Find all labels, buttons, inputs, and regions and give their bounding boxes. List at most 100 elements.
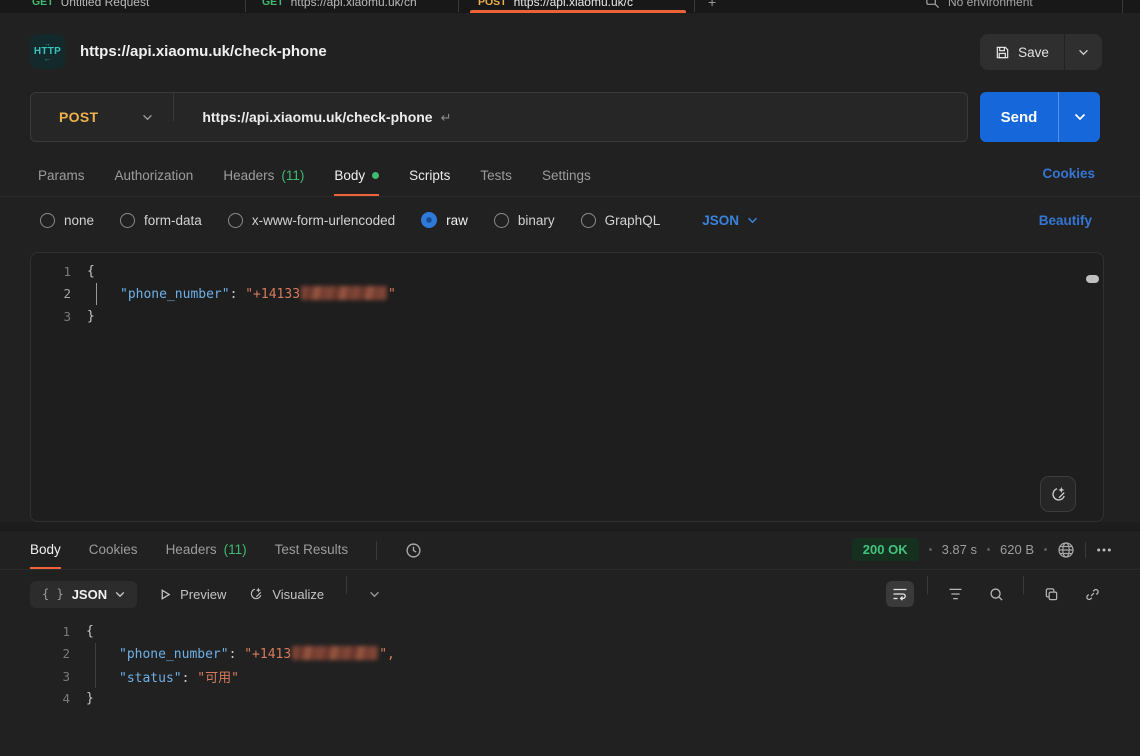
- new-tab-button[interactable]: +: [708, 0, 716, 10]
- share-link-button[interactable]: [1078, 581, 1106, 607]
- search-button[interactable]: [982, 581, 1010, 607]
- save-button[interactable]: Save: [980, 34, 1064, 70]
- network-info-button[interactable]: [1057, 541, 1075, 559]
- radio-none[interactable]: none: [40, 213, 94, 228]
- response-size[interactable]: 620 B: [1000, 542, 1034, 557]
- save-options-button[interactable]: [1064, 34, 1102, 70]
- line-number: 3: [31, 309, 87, 324]
- environment-selector[interactable]: No environment: [925, 0, 1033, 9]
- filter-button[interactable]: [941, 581, 969, 607]
- collapse-chevron-icon[interactable]: [369, 591, 380, 598]
- request-body-editor[interactable]: 1{ 2"phone_number": "+14133" 3}: [30, 252, 1104, 522]
- redacted-phone-digits: [301, 286, 387, 300]
- preview-button[interactable]: Preview: [159, 587, 226, 602]
- json-key: "phone_number": [119, 647, 229, 662]
- play-icon: [159, 588, 172, 601]
- json-key: "status": [119, 671, 182, 686]
- tab-divider: [694, 0, 695, 12]
- tab-response-cookies[interactable]: Cookies: [89, 532, 138, 569]
- link-icon: [1085, 587, 1100, 602]
- search-icon: [989, 587, 1004, 602]
- tab-response-body[interactable]: Body: [30, 532, 61, 569]
- body-type-bar: none form-data x-www-form-urlencoded raw…: [0, 203, 1140, 237]
- json-key: "phone_number": [120, 287, 230, 302]
- save-split-button: Save: [980, 34, 1102, 70]
- tab-scripts[interactable]: Scripts: [409, 156, 450, 196]
- editor-scrollbar-thumb[interactable]: [1086, 275, 1099, 283]
- wrap-text-button[interactable]: [886, 581, 914, 607]
- radio-graphql[interactable]: GraphQL: [581, 213, 661, 228]
- tab-headers[interactable]: Headers(11): [223, 156, 304, 196]
- radio-form-data[interactable]: form-data: [120, 213, 202, 228]
- workspace-tab-get[interactable]: GET https://api.xiaomu.uk/ch: [262, 0, 452, 9]
- send-options-button[interactable]: [1058, 92, 1100, 142]
- radio-circle: [40, 213, 55, 228]
- meta-divider: [1085, 542, 1086, 558]
- redacted-phone-digits: [292, 646, 378, 660]
- response-body-viewer[interactable]: 1{ 2"phone_number": "+1413", 3"status": …: [30, 616, 1104, 756]
- sparkle-circle-icon: [1049, 485, 1068, 504]
- visualize-button[interactable]: Visualize: [248, 586, 324, 602]
- tab-authorization[interactable]: Authorization: [115, 156, 194, 196]
- raw-format-dropdown[interactable]: JSON: [702, 213, 758, 228]
- tab-title: Untitled Request: [61, 0, 150, 9]
- response-meta: 200 OK 3.87 s 620 B: [852, 538, 1112, 561]
- url-value: https://api.xiaomu.uk/check-phone: [202, 109, 432, 125]
- line-number: 2: [30, 646, 86, 661]
- url-row: POST https://api.xiaomu.uk/check-phone↵ …: [0, 92, 1140, 142]
- radio-binary[interactable]: binary: [494, 213, 555, 228]
- radio-circle-selected: [421, 212, 437, 228]
- sparkle-circle-icon: [248, 586, 264, 602]
- copy-button[interactable]: [1037, 581, 1065, 607]
- line-number: 3: [30, 669, 86, 684]
- url-input-container: POST https://api.xiaomu.uk/check-phone↵: [30, 92, 968, 142]
- pane-resize-handle[interactable]: [0, 522, 1140, 531]
- postbot-ai-button[interactable]: [1040, 476, 1076, 512]
- workspace-tab-active[interactable]: POST https://api.xiaomu.uk/c: [478, 0, 688, 9]
- tab-settings[interactable]: Settings: [542, 156, 591, 196]
- chevron-down-icon: [142, 114, 153, 121]
- tab-divider: [458, 0, 459, 12]
- line-number: 4: [30, 691, 86, 706]
- url-input[interactable]: https://api.xiaomu.uk/check-phone↵: [174, 109, 451, 126]
- send-button[interactable]: Send: [980, 92, 1058, 142]
- line-number: 1: [30, 624, 86, 639]
- response-history-button[interactable]: [405, 532, 422, 569]
- tab-params[interactable]: Params: [38, 156, 85, 196]
- json-value-prefix: "+1413: [244, 647, 291, 662]
- tab-body[interactable]: Body: [334, 156, 379, 196]
- chevron-down-icon: [747, 217, 758, 224]
- protocol-label: HTTP: [34, 47, 61, 57]
- tab-tests[interactable]: Tests: [480, 156, 512, 196]
- chevron-down-icon: [115, 591, 125, 598]
- method-value: POST: [59, 109, 98, 125]
- tab-test-results[interactable]: Test Results: [275, 532, 349, 569]
- filter-icon: [948, 588, 963, 600]
- radio-raw[interactable]: raw: [421, 212, 468, 228]
- method-badge: GET: [32, 0, 54, 8]
- response-format-dropdown[interactable]: { } JSON: [30, 581, 137, 608]
- beautify-link[interactable]: Beautify: [1039, 213, 1092, 228]
- workspace-tab-bar: GET Untitled Request GET https://api.xia…: [0, 0, 1140, 13]
- response-more-options-button[interactable]: [1096, 547, 1112, 553]
- separator-dot: [987, 548, 990, 551]
- toolbar-divider: [346, 576, 347, 594]
- method-dropdown[interactable]: POST: [31, 93, 173, 141]
- braces-icon: { }: [42, 587, 64, 601]
- workspace-tab-untitled[interactable]: GET Untitled Request: [32, 0, 237, 9]
- separator-dot: [929, 548, 932, 551]
- clock-history-icon: [405, 542, 422, 559]
- radio-circle: [581, 213, 596, 228]
- send-split-button: Send: [980, 92, 1100, 142]
- radio-circle: [494, 213, 509, 228]
- toolbar-divider: [376, 541, 377, 560]
- cookies-link[interactable]: Cookies: [1042, 166, 1095, 181]
- tab-response-headers[interactable]: Headers(11): [166, 532, 247, 569]
- copy-icon: [1044, 587, 1059, 602]
- headers-count: (11): [281, 168, 304, 183]
- radio-x-www-form-urlencoded[interactable]: x-www-form-urlencoded: [228, 213, 395, 228]
- request-title: https://api.xiaomu.uk/check-phone: [80, 43, 327, 60]
- response-time[interactable]: 3.87 s: [942, 542, 977, 557]
- format-value: JSON: [702, 213, 739, 228]
- status-badge[interactable]: 200 OK: [852, 538, 919, 561]
